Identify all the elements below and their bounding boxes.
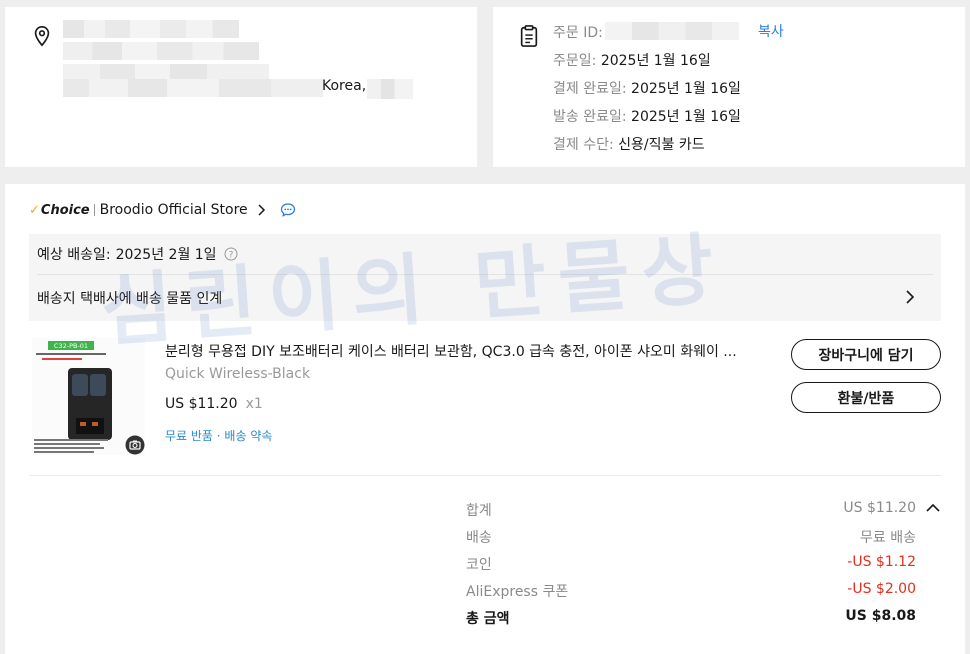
- chevron-up-icon[interactable]: [926, 503, 940, 513]
- product-title-link[interactable]: 분리형 무용접 DIY 보조배터리 케이스 배터리 보관함, QC3.0 급속 …: [165, 341, 765, 361]
- camera-icon[interactable]: [125, 435, 145, 455]
- redacted-address-line-2: [63, 79, 323, 97]
- redacted-phone: [63, 42, 259, 60]
- chevron-right-icon[interactable]: [905, 290, 915, 304]
- product-badge-text: C32-PB-01: [54, 342, 88, 350]
- coin-discount-row: 코인 -US $1.12: [466, 554, 916, 574]
- coin-discount-value: -US $1.12: [847, 554, 916, 570]
- shipped-date-label: 발송 완료일:: [553, 109, 627, 125]
- divider: [29, 475, 941, 476]
- order-date-value: 2025년 1월 16일: [600, 53, 711, 69]
- payment-date-row: 결제 완료일: 2025년 1월 16일: [553, 78, 741, 98]
- coupon-discount-label: AliExpress 쿠폰: [466, 584, 569, 600]
- subtotal-label: 합계: [466, 503, 492, 519]
- product-variant: Quick Wireless-Black: [165, 366, 311, 382]
- payment-method-value: 신용/직불 카드: [618, 137, 705, 153]
- redacted-order-id: [605, 22, 739, 40]
- chat-icon[interactable]: [280, 202, 296, 218]
- total-label: 총 금액: [466, 611, 510, 627]
- coupon-discount-value: -US $2.00: [847, 581, 916, 597]
- shipping-address-card: Korea,: [5, 7, 477, 167]
- store-header: ✓ Choice Broodio Official Store: [29, 200, 296, 220]
- order-id-row: 주문 ID:: [553, 22, 603, 42]
- shipped-date-value: 2025년 1월 16일: [631, 109, 741, 125]
- estimated-delivery: 예상 배송일: 2025년 2월 1일 ?: [37, 244, 238, 264]
- order-item-card: ✓ Choice Broodio Official Store 예상 배송일: …: [5, 184, 965, 654]
- order-date-row: 주문일: 2025년 1월 16일: [553, 50, 711, 70]
- total-value: US $8.08: [845, 608, 916, 624]
- location-pin-icon: [34, 26, 50, 47]
- coupon-discount-row: AliExpress 쿠폰 -US $2.00: [466, 581, 916, 601]
- svg-text:?: ?: [228, 250, 233, 260]
- redacted-postcode: [367, 79, 413, 99]
- shipped-date-row: 발송 완료일: 2025년 1월 16일: [553, 106, 741, 126]
- product-quantity: x1: [245, 396, 263, 412]
- add-to-cart-button[interactable]: 장바구니에 담기: [791, 339, 941, 370]
- redacted-name: [63, 20, 239, 38]
- help-icon[interactable]: ?: [224, 247, 238, 261]
- subtotal-value: US $11.20: [843, 500, 916, 516]
- subtotal-row: 합계 US $11.20: [466, 500, 916, 520]
- payment-method-label: 결제 수단:: [553, 137, 614, 153]
- divider: [37, 274, 933, 275]
- payment-method-row: 결제 수단: 신용/직불 카드: [553, 134, 705, 154]
- store-name-link[interactable]: Broodio Official Store: [100, 202, 248, 218]
- product-price-row: US $11.20 x1: [165, 396, 263, 412]
- payment-date-value: 2025년 1월 16일: [631, 81, 741, 97]
- clipboard-icon: [520, 25, 538, 47]
- choice-logo: Choice: [40, 202, 90, 218]
- chevron-right-icon[interactable]: [256, 204, 266, 216]
- payment-date-label: 결제 완료일:: [553, 81, 627, 97]
- estimated-delivery-value: 2025년 2월 1일: [115, 247, 217, 263]
- shipping-fee-row: 배송 무료 배송: [466, 527, 916, 547]
- tracking-status-text[interactable]: 배송지 택배사에 배송 물품 인계: [37, 288, 222, 308]
- product-image[interactable]: C32-PB-01: [32, 338, 145, 455]
- order-info-card: 주문 ID: 복사 주문일: 2025년 1월 16일 결제 완료일: 2025…: [493, 7, 965, 167]
- estimated-delivery-label: 예상 배송일:: [37, 247, 111, 263]
- shipping-fee-value: 무료 배송: [860, 530, 916, 546]
- order-date-label: 주문일:: [553, 53, 597, 69]
- copy-order-id-link[interactable]: 복사: [758, 21, 784, 41]
- address-country: Korea,: [322, 78, 367, 94]
- shipping-fee-label: 배송: [466, 530, 492, 546]
- shipping-status-box: 예상 배송일: 2025년 2월 1일 ? 배송지 택배사에 배송 물품 인계: [29, 234, 941, 321]
- choice-check-icon: ✓: [29, 202, 40, 218]
- refund-return-button[interactable]: 환불/반품: [791, 382, 941, 413]
- delivery-promise-link[interactable]: 무료 반품 · 배송 약속: [165, 427, 272, 444]
- product-price: US $11.20: [165, 396, 238, 412]
- total-row: 총 금액 US $8.08: [466, 608, 916, 628]
- coin-discount-label: 코인: [466, 557, 492, 573]
- store-separator: [93, 204, 95, 216]
- order-id-label: 주문 ID:: [553, 25, 603, 41]
